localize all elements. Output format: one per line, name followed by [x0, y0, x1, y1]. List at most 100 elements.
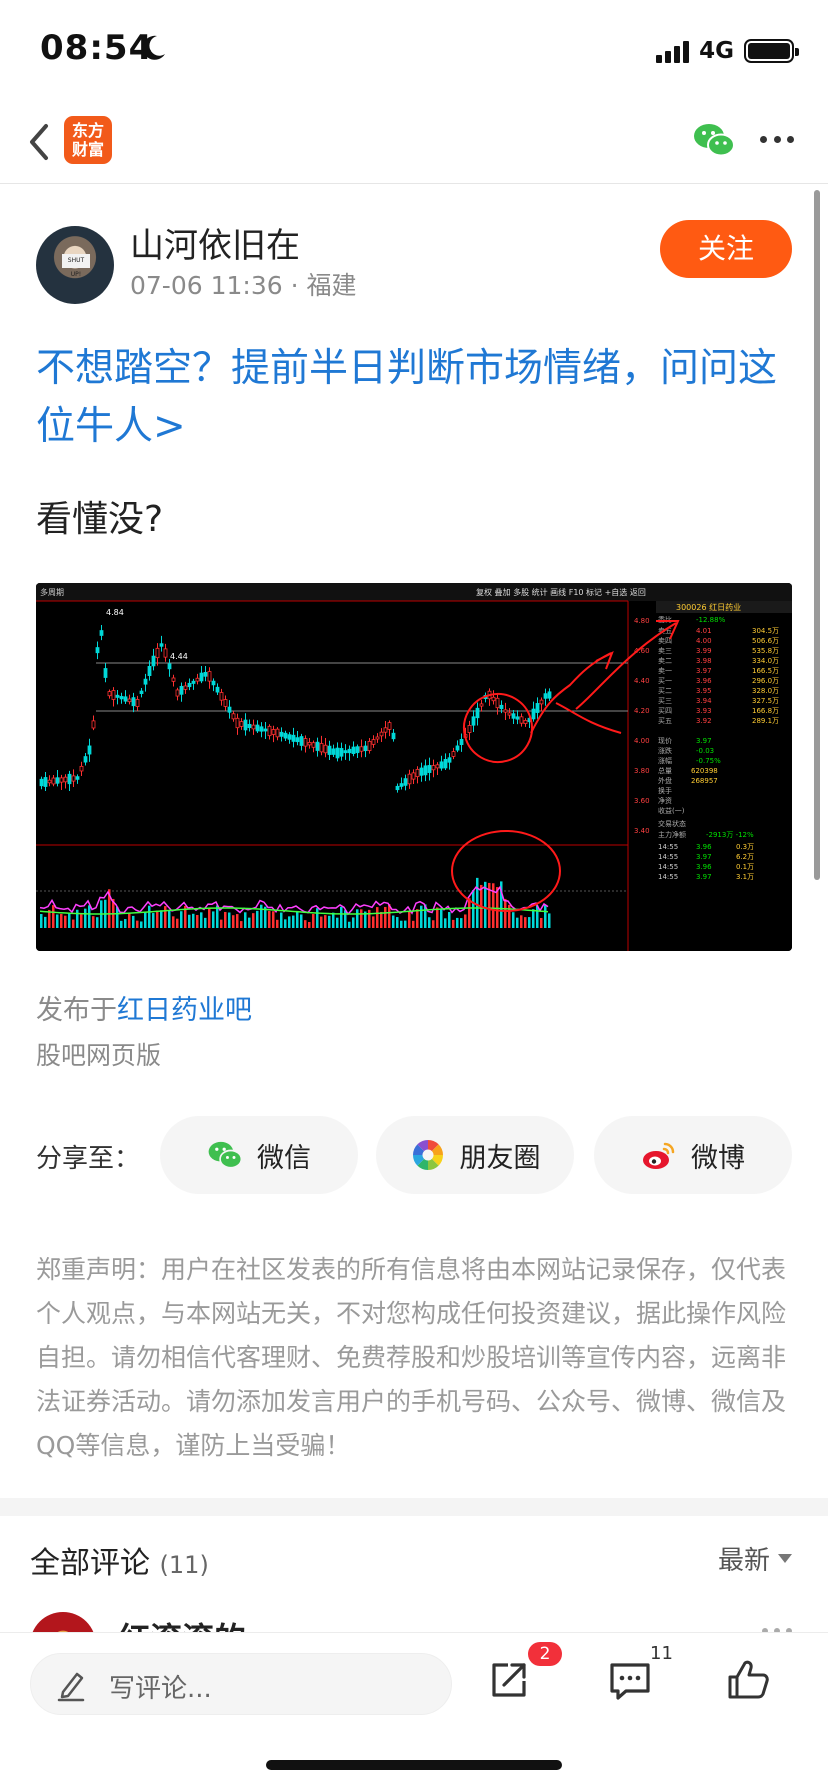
chart-toolbar: 复权 叠加 多股 统计 画线 F10 标记 +自选 返回	[476, 587, 646, 597]
candle-body	[243, 719, 248, 731]
candle-body	[355, 746, 360, 754]
share-weibo-label: 微博	[691, 1142, 745, 1174]
candle-body	[439, 761, 444, 769]
candle-body	[307, 741, 312, 746]
candle-body	[183, 685, 188, 690]
volume-bar	[188, 914, 191, 928]
comment-placeholder: 写评论...	[109, 1674, 212, 1704]
volume-bar	[120, 920, 123, 928]
candle-body	[91, 720, 96, 729]
volume-bar	[124, 919, 127, 928]
candle-body	[467, 725, 472, 733]
board-link[interactable]: 红日药业吧	[117, 995, 252, 1026]
volume-bar	[320, 916, 323, 928]
svg-text:-0.03: -0.03	[696, 747, 714, 755]
more-icon[interactable]	[760, 136, 794, 146]
volume-bar	[300, 914, 303, 928]
volume-bar	[228, 912, 231, 928]
candle-body	[503, 709, 508, 713]
candle-body	[455, 745, 460, 751]
volume-bar	[172, 916, 175, 928]
order-book-cell: 296.0万	[752, 677, 779, 685]
candle-body	[87, 745, 92, 755]
wechat-icon[interactable]	[692, 120, 736, 160]
volume-bar	[392, 915, 395, 928]
volume-bar	[404, 920, 407, 928]
candle-body	[39, 778, 44, 787]
volume-bar	[200, 912, 203, 928]
candle-body	[207, 671, 212, 682]
volume-bar	[468, 898, 471, 928]
back-icon[interactable]	[24, 120, 54, 164]
volume-bar	[548, 913, 551, 928]
order-book-cell: 3.98	[696, 657, 712, 665]
candle-body	[379, 731, 384, 737]
volume-bar	[164, 906, 167, 928]
volume-bar	[356, 909, 359, 928]
share-weibo-button[interactable]: 微博	[594, 1116, 792, 1194]
price-high-label: 4.84	[106, 608, 124, 617]
stock-code-name: 300026 红日药业	[676, 602, 741, 612]
volume-bar	[256, 910, 259, 928]
order-book-cell: 买一	[658, 677, 672, 685]
author-avatar[interactable]: SHUT UP!	[36, 226, 114, 304]
candle-body	[531, 708, 536, 720]
share-moments-button[interactable]: 朋友圈	[376, 1116, 574, 1194]
comment-icon[interactable]	[608, 1661, 652, 1701]
candle-body	[99, 630, 104, 636]
volume-bar	[384, 906, 387, 928]
candle-body	[359, 746, 364, 752]
section-divider	[0, 1498, 828, 1516]
volume-bar	[396, 917, 399, 928]
candle-body	[239, 721, 244, 727]
volume-bar	[312, 914, 315, 928]
svg-text:现价: 现价	[658, 737, 672, 745]
volume-bar	[44, 916, 47, 928]
order-book-cell: 535.8万	[752, 647, 779, 655]
author-name[interactable]: 山河依旧在	[130, 218, 300, 267]
candle-body	[159, 643, 164, 647]
order-book-cell: 卖二	[658, 657, 672, 665]
share-wechat-button[interactable]: 微信	[160, 1116, 358, 1194]
share-out-icon[interactable]	[488, 1659, 530, 1701]
candle-body	[543, 693, 548, 699]
volume-bar	[336, 917, 339, 928]
volume-bar	[52, 905, 55, 928]
volume-bar	[40, 914, 43, 928]
svg-text:外盘: 外盘	[658, 776, 672, 785]
stock-chart-image[interactable]: 多周期 复权 叠加 多股 统计 画线 F10 标记 +自选 返回 4.84 4.…	[36, 583, 792, 951]
volume-bar	[296, 910, 299, 928]
volume-bar	[292, 915, 295, 928]
volume-bar	[160, 910, 163, 928]
comment-input[interactable]: 写评论...	[30, 1653, 452, 1715]
like-icon[interactable]	[726, 1657, 770, 1701]
candle-body	[247, 723, 252, 729]
volume-bar	[156, 910, 159, 928]
share-wechat-label: 微信	[257, 1142, 311, 1174]
candle-body	[539, 699, 544, 705]
candle-body	[167, 663, 172, 670]
volume-bar	[304, 920, 307, 928]
volume-bar	[524, 917, 527, 928]
candle-body	[283, 732, 288, 739]
volume-bar	[132, 915, 135, 928]
order-book-cell: 4.01	[696, 627, 712, 635]
battery-icon	[744, 39, 799, 63]
candle-body	[351, 746, 356, 754]
sort-label: 最新	[717, 1546, 770, 1576]
volume-bar	[528, 917, 531, 928]
candle-body	[139, 690, 144, 695]
volume-bar	[72, 919, 75, 928]
follow-button[interactable]: 关注	[660, 220, 792, 278]
sort-dropdown[interactable]: 最新	[718, 1540, 792, 1577]
candle-body	[363, 745, 368, 752]
order-book-cell: 卖三	[658, 647, 672, 655]
volume-bar	[476, 877, 479, 928]
svg-text:3.97: 3.97	[696, 737, 712, 745]
promo-link[interactable]: 不想踏空？提前半日判断市场情绪，问问这位牛人>	[36, 340, 796, 456]
candle-body	[155, 647, 160, 659]
volume-bar	[220, 919, 223, 928]
volume-bar	[428, 917, 431, 928]
candle-body	[79, 765, 84, 772]
eastmoney-logo[interactable]: 东方 财富	[64, 116, 112, 164]
